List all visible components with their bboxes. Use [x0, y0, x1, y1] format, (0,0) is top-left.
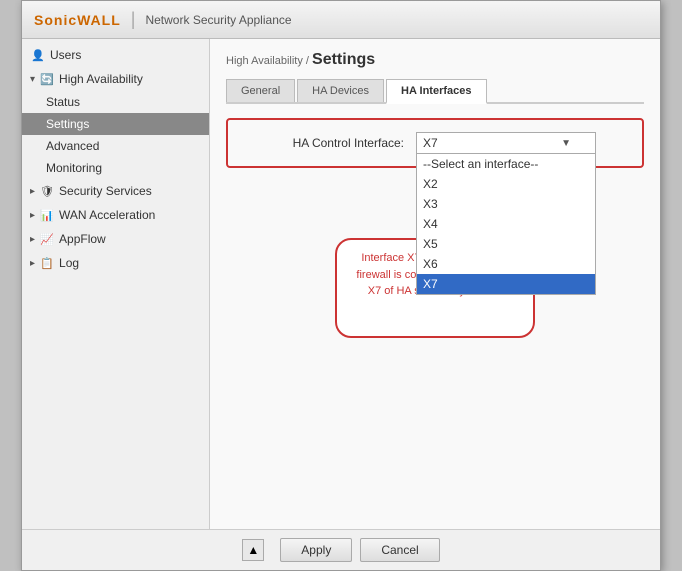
sidebar-item-log[interactable]: ▸ 📋 Log: [22, 251, 209, 275]
ha-control-label: HA Control Interface:: [244, 136, 404, 150]
sidebar-item-label: Status: [46, 95, 80, 109]
dropdown-option-x5[interactable]: X5: [417, 234, 595, 254]
expand-arrow-icon: ▸: [30, 234, 35, 245]
product-name: Network Security Appliance: [145, 13, 291, 27]
tab-ha-devices[interactable]: HA Devices: [297, 79, 384, 102]
ha-icon: 🔄: [39, 71, 55, 87]
sidebar-item-appflow[interactable]: ▸ 📈 AppFlow: [22, 227, 209, 251]
users-icon: 👤: [30, 47, 46, 63]
breadcrumb: High Availability / Settings: [226, 51, 644, 69]
sidebar-item-label: Monitoring: [46, 161, 102, 175]
apply-button[interactable]: Apply: [280, 538, 352, 562]
expand-arrow-icon: ▸: [30, 258, 35, 269]
sidebar-item-settings[interactable]: Settings: [22, 113, 209, 135]
sidebar-item-label: WAN Acceleration: [59, 208, 155, 222]
title-divider: |: [131, 9, 136, 30]
sidebar-item-high-availability[interactable]: ▾ 🔄 High Availability: [22, 67, 209, 91]
sidebar-item-wan-acceleration[interactable]: ▸ 📊 WAN Acceleration: [22, 203, 209, 227]
ha-control-select-display[interactable]: X7 ▼: [416, 132, 596, 154]
scroll-up-button[interactable]: ▲: [242, 539, 264, 561]
dropdown-option-x6[interactable]: X6: [417, 254, 595, 274]
dropdown-option-x3[interactable]: X3: [417, 194, 595, 214]
sidebar-item-label: Advanced: [46, 139, 99, 153]
main-window: SonicWALL | Network Security Appliance 👤…: [21, 0, 661, 571]
tabs-row: General HA Devices HA Interfaces: [226, 79, 644, 104]
sidebar-item-label: Settings: [46, 117, 89, 131]
cancel-button[interactable]: Cancel: [360, 538, 439, 562]
content-area: High Availability / Settings General HA …: [210, 39, 660, 529]
ha-control-field-row: HA Control Interface: X7 ▼ --Select an i…: [244, 132, 626, 154]
brand-logo: SonicWALL: [34, 12, 121, 28]
selected-value: X7: [423, 136, 438, 150]
sidebar-item-label: Users: [50, 48, 81, 62]
sidebar-item-label: High Availability: [59, 72, 143, 86]
tab-general[interactable]: General: [226, 79, 295, 102]
expand-arrow-icon: ▸: [30, 210, 35, 221]
main-layout: 👤 Users ▾ 🔄 High Availability Status Set…: [22, 39, 660, 529]
sidebar-item-security-services[interactable]: ▸ 🛡 Security Services: [22, 179, 209, 203]
page-title: Settings: [312, 51, 375, 68]
dropdown-option-select[interactable]: --Select an interface--: [417, 154, 595, 174]
title-bar: SonicWALL | Network Security Appliance: [22, 1, 660, 39]
expand-arrow-icon: ▸: [30, 186, 35, 197]
expand-arrow-icon: ▾: [30, 74, 35, 85]
ha-control-select-wrapper: X7 ▼ --Select an interface-- X2 X3: [416, 132, 596, 154]
dropdown-option-x2[interactable]: X2: [417, 174, 595, 194]
log-icon: 📋: [39, 255, 55, 271]
ha-control-dropdown: --Select an interface-- X2 X3 X4: [416, 154, 596, 295]
dropdown-arrow-icon: ▼: [561, 138, 571, 149]
appflow-icon: 📈: [39, 231, 55, 247]
dropdown-option-x7[interactable]: X7: [417, 274, 595, 294]
breadcrumb-parent: High Availability /: [226, 55, 309, 67]
wan-icon: 📊: [39, 207, 55, 223]
sidebar-item-users[interactable]: 👤 Users: [22, 43, 209, 67]
sidebar-item-status[interactable]: Status: [22, 91, 209, 113]
bottom-bar: ▲ Apply Cancel: [22, 529, 660, 570]
security-icon: 🛡: [39, 183, 55, 199]
scroll-up-icon: ▲: [247, 543, 259, 557]
sidebar-item-label: Log: [59, 256, 79, 270]
tab-ha-interfaces[interactable]: HA Interfaces: [386, 79, 487, 104]
sidebar-item-label: AppFlow: [59, 232, 106, 246]
sidebar: 👤 Users ▾ 🔄 High Availability Status Set…: [22, 39, 210, 529]
sidebar-item-monitoring[interactable]: Monitoring: [22, 157, 209, 179]
ha-control-section: HA Control Interface: X7 ▼ --Select an i…: [226, 118, 644, 168]
dropdown-option-x4[interactable]: X4: [417, 214, 595, 234]
sidebar-item-advanced[interactable]: Advanced: [22, 135, 209, 157]
sidebar-item-label: Security Services: [59, 184, 152, 198]
